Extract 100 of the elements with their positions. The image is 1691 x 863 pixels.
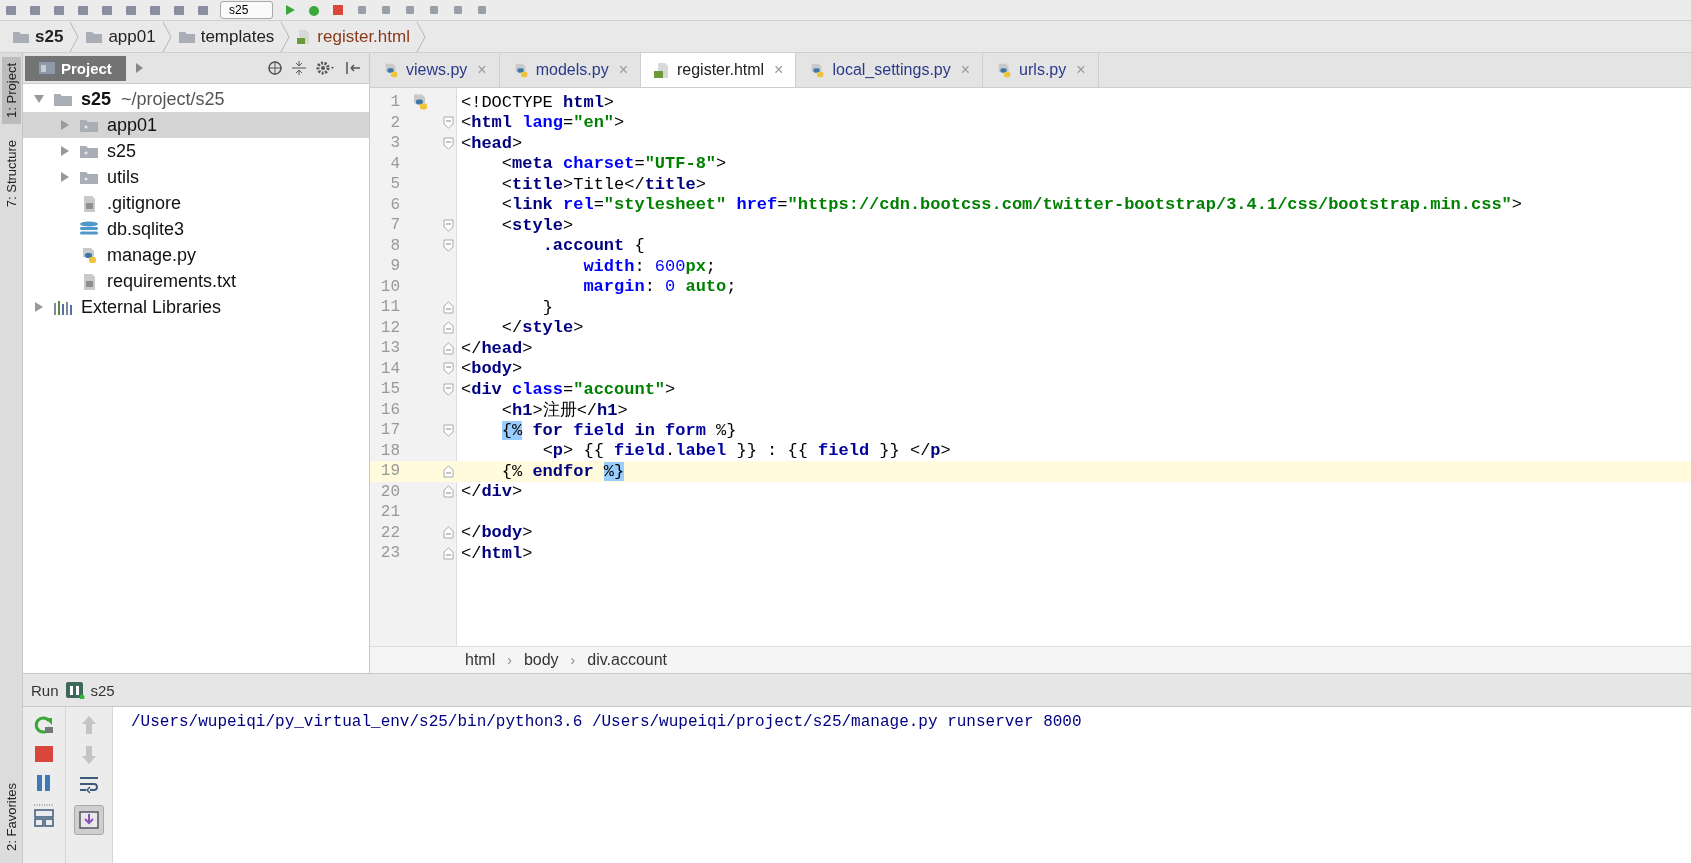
- stop-icon[interactable]: [331, 3, 346, 17]
- scroll-to-end-button[interactable]: [74, 805, 104, 835]
- tree-item[interactable]: manage.py: [23, 242, 369, 268]
- editor-tab[interactable]: views.py ×: [370, 53, 500, 87]
- tree-item[interactable]: s25 ~/project/s25: [23, 86, 369, 112]
- line-number: 10: [379, 276, 400, 297]
- code-line: <title>Title</title>: [500, 174, 706, 194]
- editor-tab[interactable]: urls.py ×: [983, 53, 1099, 87]
- toolbar-icon[interactable]: [28, 3, 42, 17]
- breadcrumb-separator: ›: [570, 652, 576, 668]
- project-view-dropdown[interactable]: Project: [25, 55, 126, 81]
- tree-item[interactable]: requirements.txt: [23, 268, 369, 294]
- fold-marker-icon[interactable]: [442, 218, 454, 232]
- folder-icon: [85, 29, 104, 44]
- code-editor[interactable]: [370, 88, 1691, 646]
- expand-arrow-icon[interactable]: [59, 171, 71, 183]
- fold-marker-icon[interactable]: [442, 341, 454, 355]
- fold-marker-icon[interactable]: [442, 300, 454, 314]
- breadcrumb-item[interactable]: html: [465, 651, 496, 669]
- fold-marker-icon[interactable]: [442, 321, 454, 335]
- fold-marker-icon[interactable]: [442, 526, 454, 540]
- folder-icon: [12, 29, 30, 44]
- side-tab[interactable]: 2: Favorites: [1, 777, 21, 857]
- tree-item[interactable]: External Libraries: [23, 294, 369, 320]
- line-number: 12: [379, 317, 400, 338]
- fold-marker-icon[interactable]: [442, 464, 454, 478]
- line-number: 6: [389, 194, 400, 215]
- code-line: <head>: [461, 133, 523, 153]
- line-number: 8: [389, 235, 400, 256]
- editor-tab[interactable]: register.html ×: [640, 53, 797, 87]
- expand-arrow-icon[interactable]: [33, 301, 45, 313]
- line-number: 13: [379, 338, 400, 359]
- breadcrumb-chevron-icon: [415, 21, 426, 52]
- locate-icon[interactable]: [267, 60, 283, 76]
- fold-marker-icon[interactable]: [442, 546, 454, 560]
- tree-item[interactable]: s25: [23, 138, 369, 164]
- rerun-icon[interactable]: [33, 715, 55, 735]
- editor-tab[interactable]: local_settings.py ×: [796, 53, 984, 87]
- hide-panel-icon[interactable]: [345, 60, 361, 76]
- collapse-all-icon[interactable]: [291, 60, 307, 76]
- fold-marker-icon[interactable]: [442, 362, 454, 376]
- breadcrumb-item[interactable]: body: [523, 651, 559, 669]
- line-number: 16: [379, 399, 400, 420]
- tree-item[interactable]: app01: [23, 112, 369, 138]
- line-number: 3: [389, 133, 400, 154]
- down-arrow-icon[interactable]: [81, 745, 97, 765]
- code-line: {% endfor %}: [500, 461, 626, 481]
- side-tab[interactable]: 7: Structure: [1, 133, 21, 214]
- fold-marker-icon[interactable]: [442, 136, 454, 150]
- nav-crumb[interactable]: app01: [79, 26, 162, 47]
- expand-arrow-icon[interactable]: [33, 93, 45, 105]
- tree-item[interactable]: .gitignore: [23, 190, 369, 216]
- expand-arrow-icon[interactable]: [59, 119, 71, 131]
- line-number: 19: [379, 461, 400, 482]
- toolbar-icon[interactable]: [52, 3, 66, 17]
- line-number: 2: [389, 112, 400, 133]
- up-arrow-icon[interactable]: [81, 715, 97, 735]
- layout-icon[interactable]: [33, 803, 55, 829]
- django-icon: [64, 681, 85, 699]
- line-number: 23: [379, 543, 400, 564]
- code-line: </html>: [461, 543, 533, 563]
- code-line: <div class="account">: [461, 379, 676, 399]
- fold-marker-icon[interactable]: [442, 423, 454, 437]
- toolbar-icon[interactable]: [148, 3, 162, 17]
- fold-marker-icon[interactable]: [442, 239, 454, 253]
- folder-icon: [53, 91, 73, 107]
- run-config-name[interactable]: s25: [90, 681, 115, 699]
- stop-icon[interactable]: [34, 745, 54, 763]
- line-number: 4: [389, 153, 400, 174]
- toolbar-icon[interactable]: [76, 3, 90, 17]
- settings-icon[interactable]: [315, 60, 337, 76]
- fold-marker-icon[interactable]: [442, 485, 454, 499]
- code-line: <meta charset="UTF-8">: [500, 154, 727, 174]
- database-icon: [79, 220, 99, 238]
- code-line: margin: 0 auto;: [582, 277, 737, 297]
- fold-marker-icon[interactable]: [442, 382, 454, 396]
- toolbar-icon[interactable]: [172, 3, 186, 17]
- folder-icon: [79, 143, 99, 159]
- toolbar-icon[interactable]: [100, 3, 114, 17]
- fold-marker-icon[interactable]: [442, 116, 454, 130]
- toolbar-icon[interactable]: [124, 3, 138, 17]
- tree-item[interactable]: utils: [23, 164, 369, 190]
- project-path: ~/project/s25: [121, 88, 225, 110]
- breadcrumb-item[interactable]: div.account: [587, 651, 668, 669]
- side-tab[interactable]: 1: Project: [1, 57, 21, 124]
- editor-tab[interactable]: models.py ×: [499, 53, 641, 87]
- nav-crumb[interactable]: register.html: [290, 26, 416, 47]
- tree-item[interactable]: db.sqlite3: [23, 216, 369, 242]
- line-number: 14: [379, 358, 400, 379]
- expand-arrow-icon[interactable]: [133, 62, 144, 74]
- nav-crumb[interactable]: s25: [6, 26, 70, 47]
- nav-crumb[interactable]: templates: [171, 26, 281, 47]
- debug-icon[interactable]: [307, 3, 322, 17]
- panel-icon: [39, 62, 55, 74]
- run-config-dropdown[interactable]: s25: [220, 1, 274, 19]
- toolbar-icon[interactable]: [196, 3, 210, 17]
- toolbar-icon[interactable]: [4, 3, 18, 17]
- line-number: 18: [379, 440, 400, 461]
- soft-wrap-icon[interactable]: [78, 775, 100, 795]
- expand-arrow-icon[interactable]: [59, 145, 71, 157]
